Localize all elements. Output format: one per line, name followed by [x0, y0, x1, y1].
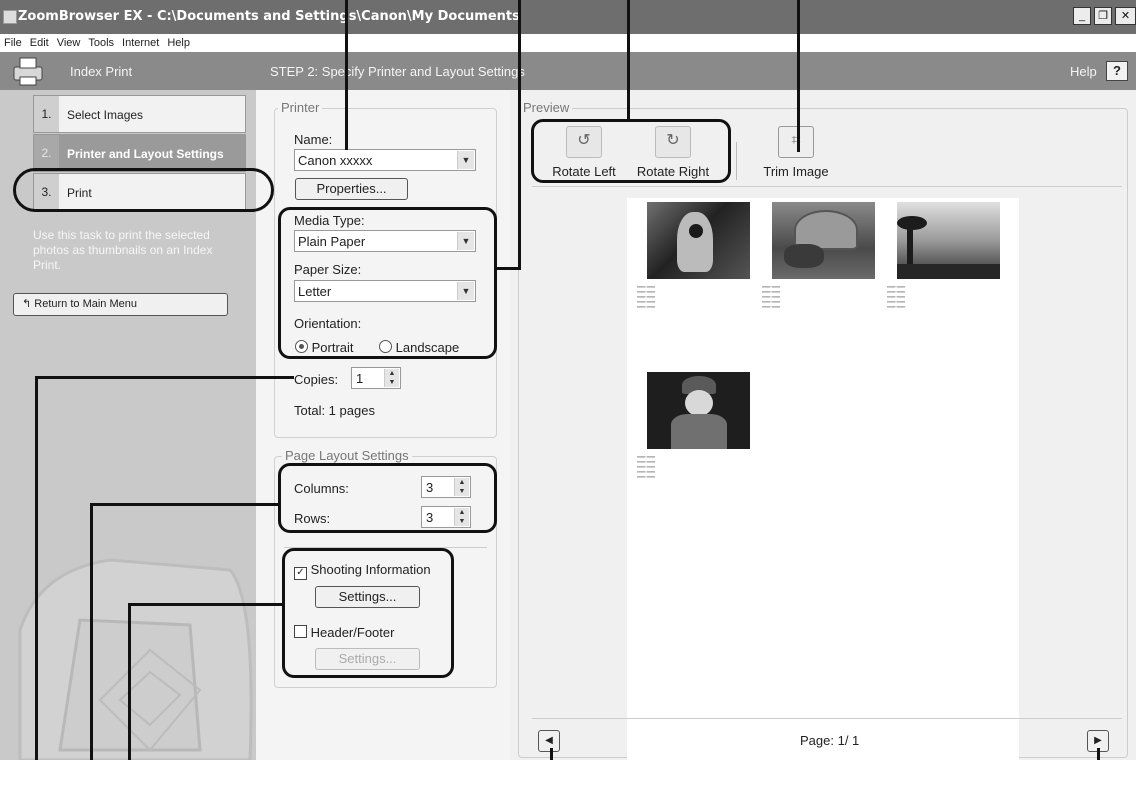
- leader-line: [35, 376, 38, 760]
- menu-file[interactable]: File: [0, 34, 26, 49]
- callout-shooting-info: [282, 548, 454, 678]
- thumbnail-info: ═══ ═══ ═══ ═══ ═══ ═══ ═══ ═══ ═══ ═══: [637, 454, 656, 479]
- leader-line: [35, 376, 294, 379]
- step-number: 2.: [34, 135, 59, 171]
- task-name: Index Print: [70, 64, 133, 79]
- step-label: Printer and Layout Settings: [67, 147, 224, 161]
- toolbar-divider: [736, 142, 737, 180]
- printer-name-value: Canon xxxxx: [298, 153, 373, 168]
- trim-image-label: Trim Image: [763, 164, 829, 179]
- page-layout-legend: Page Layout Settings: [282, 448, 412, 463]
- footer-separator: [532, 718, 1122, 719]
- task-description: Use this task to print the selected phot…: [33, 228, 213, 272]
- leader-line: [1097, 748, 1100, 760]
- leader-line: [345, 0, 348, 150]
- page-preview: ═══ ═══ ═══ ═══ ═══ ═══ ═══ ═══ ═══ ═══ ═══ …: [627, 198, 1019, 796]
- printer-icon: [13, 57, 43, 86]
- chevron-down-icon: ▼: [457, 151, 474, 169]
- menu-internet[interactable]: Internet: [118, 34, 163, 49]
- return-to-main-menu-button[interactable]: ↰ Return to Main Menu: [13, 293, 228, 316]
- step-printer-layout[interactable]: 2. Printer and Layout Settings: [33, 134, 246, 172]
- leader-line: [550, 748, 553, 760]
- return-icon: ↰: [22, 298, 35, 310]
- copies-label: Copies:: [294, 372, 339, 387]
- total-pages: Total: 1 pages: [294, 403, 375, 418]
- callout-columns-rows: [278, 463, 497, 533]
- callout-media-settings: [278, 207, 497, 359]
- printer-name-select[interactable]: Canon xxxxx ▼: [294, 149, 476, 171]
- menu-bar: File Edit View Tools Internet Help: [0, 34, 1136, 52]
- leader-line: [90, 503, 280, 506]
- app-icon[interactable]: [3, 10, 17, 24]
- thumbnail-info: ═══ ═══ ═══ ═══ ═══ ═══ ═══ ═══ ═══ ═══: [887, 284, 906, 309]
- step-label: Select Images: [67, 108, 144, 122]
- thumbnail-info: ═══ ═══ ═══ ═══ ═══ ═══ ═══ ═══ ═══ ═══: [762, 284, 781, 309]
- page-indicator: Page: 1/ 1: [800, 733, 860, 748]
- step-number: 1.: [34, 96, 59, 132]
- chevron-right-icon: ▶: [1094, 735, 1102, 746]
- spin-arrows-icon: ▲ ▼: [384, 369, 399, 387]
- help-icon[interactable]: ?: [1106, 61, 1128, 81]
- name-label: Name:: [294, 132, 333, 147]
- minimize-icon[interactable]: _: [1073, 7, 1091, 25]
- leader-line: [128, 603, 131, 760]
- chevron-left-icon: ◀: [545, 735, 553, 746]
- close-icon[interactable]: ✕: [1115, 7, 1136, 25]
- leader-line: [128, 603, 284, 606]
- callout-rotate-buttons: [531, 119, 731, 183]
- leader-line: [90, 503, 93, 760]
- properties-button[interactable]: Properties...: [295, 178, 408, 200]
- task-header: Index Print STEP 2: Specify Printer and …: [0, 52, 1136, 90]
- trim-icon: ⌗: [778, 126, 814, 158]
- step-select-images[interactable]: 1. Select Images: [33, 95, 246, 133]
- preview-legend: Preview: [520, 100, 573, 115]
- window-title: ZoomBrowser EX - C:\Documents and Settin…: [18, 9, 520, 24]
- callout-print-step: [13, 168, 274, 212]
- menu-help[interactable]: Help: [163, 34, 194, 49]
- copies-stepper[interactable]: 1 ▲ ▼: [351, 367, 401, 389]
- copies-value: 1: [356, 371, 364, 386]
- thumbnail-info: ═══ ═══ ═══ ═══ ═══ ═══ ═══ ═══ ═══ ═══: [637, 284, 656, 309]
- printer-legend: Printer: [278, 100, 323, 115]
- toolbar-separator: [532, 186, 1122, 187]
- menu-tools[interactable]: Tools: [84, 34, 118, 49]
- title-bar: ZoomBrowser EX - C:\Documents and Settin…: [0, 0, 1136, 34]
- menu-edit[interactable]: Edit: [26, 34, 53, 49]
- leader-line: [627, 0, 630, 120]
- thumbnail-palm-sunset[interactable]: [897, 202, 1000, 279]
- menu-view[interactable]: View: [53, 34, 85, 49]
- leader-line: [497, 267, 521, 270]
- help-link[interactable]: Help: [1070, 64, 1097, 79]
- thumbnail-parrot[interactable]: [647, 202, 750, 279]
- thumbnail-child[interactable]: [647, 372, 750, 449]
- return-label: Return to Main Menu: [34, 298, 137, 310]
- preview-panel: Preview ↺ Rotate Left ↻ Rotate Right ⌗ T…: [510, 90, 1136, 796]
- previous-page-button[interactable]: ◀: [538, 730, 560, 752]
- leader-line: [797, 0, 800, 152]
- restore-icon[interactable]: ❐: [1094, 7, 1112, 25]
- leader-line: [518, 0, 521, 270]
- thumbnail-tortoise[interactable]: [772, 202, 875, 279]
- step-title: STEP 2: Specify Printer and Layout Setti…: [270, 64, 525, 79]
- trim-image-button[interactable]: ⌗ Trim Image: [758, 126, 834, 182]
